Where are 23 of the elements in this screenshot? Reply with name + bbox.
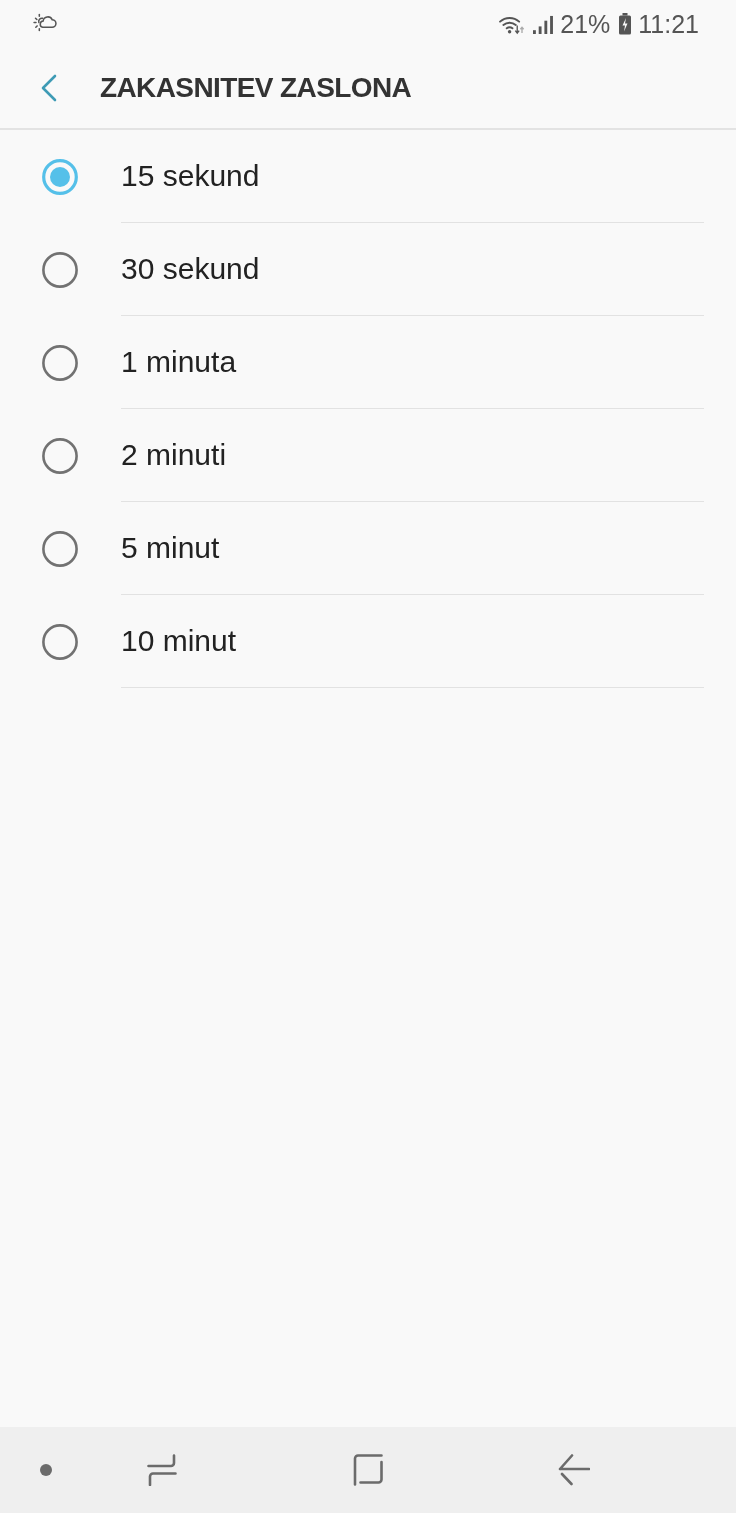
option-label[interactable]: 15 sekund	[121, 158, 260, 194]
option-label[interactable]: 5 minut	[121, 530, 220, 566]
screen-title: ZAKASNITEV ZASLONA	[100, 71, 412, 105]
radio-button[interactable]	[42, 158, 78, 195]
signal-icon	[532, 14, 554, 34]
radio-button[interactable]	[42, 530, 78, 567]
radio-button[interactable]	[42, 344, 78, 381]
back-button[interactable]	[40, 74, 58, 102]
option-label[interactable]: 1 minuta	[121, 344, 237, 380]
dot-icon[interactable]	[40, 1464, 52, 1476]
back-arrow-icon[interactable]	[558, 1454, 590, 1486]
option-label[interactable]: 30 sekund	[121, 251, 260, 287]
home-icon[interactable]	[353, 1454, 383, 1486]
recents-icon[interactable]	[147, 1454, 177, 1486]
option-label[interactable]: 10 minut	[121, 623, 237, 659]
clock-time: 11:21	[638, 9, 699, 39]
radio-button[interactable]	[42, 437, 78, 474]
radio-button[interactable]	[42, 623, 78, 660]
battery-percentage: 21%	[560, 9, 611, 39]
battery-charging-icon	[618, 13, 633, 35]
option-label[interactable]: 2 minuti	[121, 437, 227, 473]
radio-button[interactable]	[42, 251, 78, 288]
sun-cloud-icon	[33, 12, 58, 32]
